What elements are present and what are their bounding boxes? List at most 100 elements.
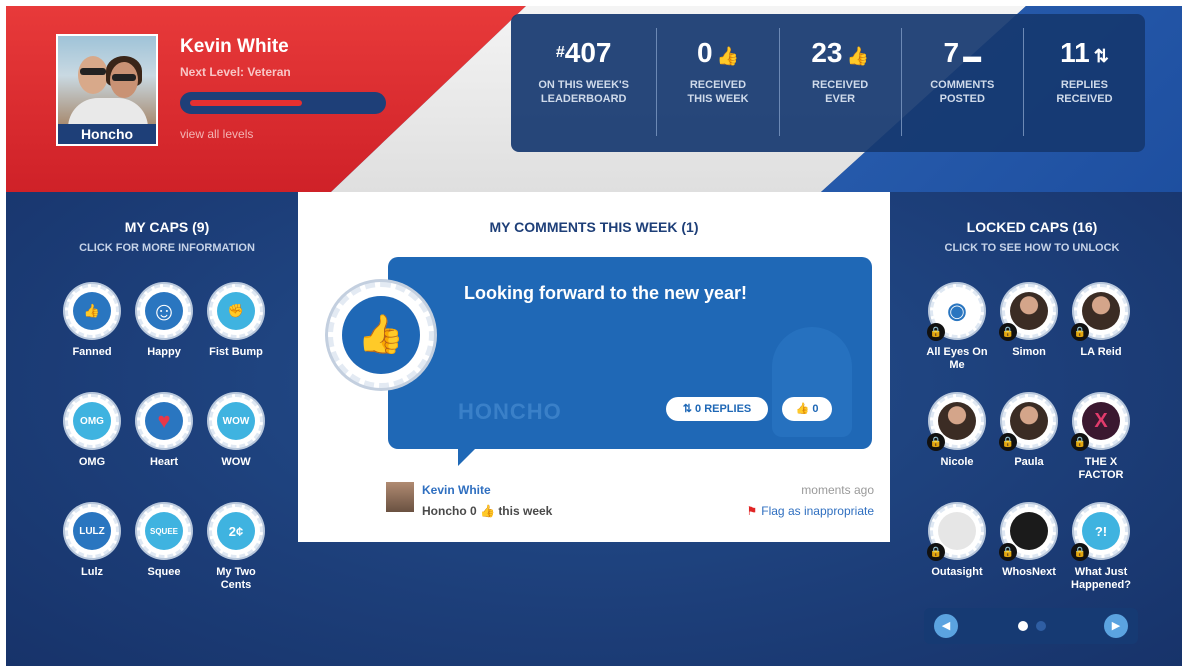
cap-label: THE X FACTOR bbox=[1078, 456, 1124, 481]
cap-heart[interactable]: ♥ Heart bbox=[128, 394, 200, 469]
comments-card: MY COMMENTS THIS WEEK (1) Looking forwar… bbox=[298, 192, 890, 542]
portrait-icon bbox=[1010, 512, 1048, 550]
locked-cap-paula[interactable]: 🔒 Paula bbox=[993, 394, 1065, 469]
cap-label: Paula bbox=[1014, 456, 1044, 468]
locked-cap-nicole[interactable]: 🔒 Nicole bbox=[921, 394, 993, 469]
stat-comments-posted[interactable]: 7 ▬ COMMENTS POSTED bbox=[900, 28, 1023, 136]
locked-cap-outasight[interactable]: 🔒 Outasight bbox=[921, 504, 993, 579]
lock-icon: 🔒 bbox=[999, 323, 1017, 341]
stat-label-line2: EVER bbox=[825, 93, 856, 105]
cap-happy[interactable]: ☺ Happy bbox=[128, 284, 200, 359]
cap-label: Happy bbox=[147, 346, 181, 358]
pager-prev-button[interactable]: ◀ bbox=[934, 614, 958, 638]
thumbs-up-icon: 👍 bbox=[795, 403, 813, 415]
cap-label: WOW bbox=[221, 456, 251, 468]
cap-label: Outasight bbox=[931, 566, 983, 578]
locked-cap-what-just-happened[interactable]: ?! 🔒 What Just Happened? bbox=[1065, 504, 1137, 592]
app-frame: Honcho Kevin White Next Level: Veteran v… bbox=[6, 6, 1182, 666]
locked-cap-all-eyes-on-me[interactable]: ◉ 🔒 All Eyes On Me bbox=[921, 284, 993, 372]
replies-button[interactable]: ⇅ 0 REPLIES bbox=[666, 397, 768, 421]
cap-omg[interactable]: OMG OMG bbox=[56, 394, 128, 469]
stat-label-line2: THIS WEEK bbox=[687, 93, 749, 105]
stat-label-line1: REPLIES bbox=[1060, 79, 1108, 91]
lock-icon: 🔒 bbox=[999, 433, 1017, 451]
heart-icon: ♥ bbox=[145, 402, 183, 440]
author-line-prefix: Honcho 0 bbox=[422, 504, 477, 518]
pager-next-button[interactable]: ▶ bbox=[1104, 614, 1128, 638]
comment-text: Looking forward to the new year! bbox=[464, 283, 748, 303]
cap-fist-bump[interactable]: ✊ Fist Bump bbox=[200, 284, 272, 359]
lock-icon: 🔒 bbox=[927, 323, 945, 341]
stat-label-line1: COMMENTS bbox=[930, 79, 995, 91]
comment-cap-badge: 👍 bbox=[328, 282, 434, 388]
stat-label-line2: LEADERBOARD bbox=[540, 93, 627, 105]
portrait-icon bbox=[1010, 402, 1048, 440]
lock-icon: 🔒 bbox=[999, 543, 1017, 561]
view-all-levels-link[interactable]: view all levels bbox=[180, 127, 253, 141]
what-just-happened-icon: ?! bbox=[1082, 512, 1120, 550]
cap-label: Fanned bbox=[72, 346, 112, 358]
likes-button[interactable]: 👍 0 bbox=[782, 397, 832, 421]
avatar-photo bbox=[58, 36, 156, 128]
cap-label: Lulz bbox=[81, 566, 103, 578]
my-caps-subtitle: CLICK FOR MORE INFORMATION bbox=[79, 242, 255, 254]
flag-label: Flag as inappropriate bbox=[761, 504, 874, 518]
stat-label-line1: RECEIVED bbox=[812, 79, 869, 91]
comment-timestamp: moments ago bbox=[801, 483, 874, 497]
author-avatar[interactable] bbox=[386, 482, 414, 512]
pager-dot-active[interactable] bbox=[1018, 621, 1028, 631]
comment-bubble[interactable]: Looking forward to the new year! HONCHO … bbox=[388, 257, 872, 449]
profile-name: Kevin White bbox=[180, 36, 289, 57]
likes-label: 0 bbox=[812, 403, 819, 415]
cap-label: Nicole bbox=[940, 456, 974, 468]
locked-caps-title: LOCKED CAPS (16) bbox=[966, 219, 1098, 235]
pager-dot[interactable] bbox=[1036, 621, 1046, 631]
locked-cap-simon[interactable]: 🔒 Simon bbox=[993, 284, 1065, 359]
avatar[interactable]: Honcho bbox=[56, 34, 158, 146]
cap-label: What Just Happened? bbox=[1071, 566, 1131, 591]
stat-label-line1: RECEIVED bbox=[689, 79, 747, 91]
cap-squee[interactable]: SQUEE Squee bbox=[128, 504, 200, 579]
locked-cap-the-x-factor[interactable]: X 🔒 THE X FACTOR bbox=[1065, 394, 1137, 482]
comments-title: MY COMMENTS THIS WEEK (1) bbox=[489, 219, 699, 235]
thumbs-up-icon: 👍 bbox=[73, 292, 111, 330]
level-badge: Honcho bbox=[58, 124, 156, 144]
watermark-text: HONCHO bbox=[458, 399, 562, 424]
fist-bump-icon: ✊ bbox=[217, 292, 255, 330]
replies-icon: ⇅ bbox=[682, 403, 696, 415]
stat-prefix: # bbox=[555, 44, 565, 61]
two-cents-icon: 2¢ bbox=[217, 512, 255, 550]
cap-fanned[interactable]: 👍 Fanned bbox=[56, 284, 128, 359]
locked-cap-la-reid[interactable]: 🔒 LA Reid bbox=[1065, 284, 1137, 359]
comment-icon: ▬ bbox=[963, 46, 982, 66]
stat-label-line1: ON THIS WEEK'S bbox=[538, 79, 629, 91]
smiley-icon: ☺ bbox=[145, 292, 183, 330]
eye-icon: ◉ bbox=[938, 292, 976, 330]
portrait-icon bbox=[938, 402, 976, 440]
stat-replies-received[interactable]: 11 ⇅ REPLIES RECEIVED bbox=[1022, 28, 1145, 136]
stat-value: 7 bbox=[943, 37, 960, 68]
my-caps-title: MY CAPS (9) bbox=[124, 219, 210, 235]
cap-label: All Eyes On Me bbox=[926, 346, 988, 371]
stat-leaderboard[interactable]: #407 ON THIS WEEK'S LEADERBOARD bbox=[511, 14, 656, 152]
lock-icon: 🔒 bbox=[1071, 323, 1089, 341]
cap-label: WhosNext bbox=[1002, 566, 1056, 578]
locked-cap-whosnext[interactable]: 🔒 WhosNext bbox=[993, 504, 1065, 579]
cap-lulz[interactable]: LULZ Lulz bbox=[56, 504, 128, 579]
stat-value: 23 bbox=[811, 37, 843, 68]
portrait-icon bbox=[1082, 292, 1120, 330]
cap-label: Fist Bump bbox=[209, 346, 263, 358]
flag-inappropriate-link[interactable]: ⚑ Flag as inappropriate bbox=[747, 504, 875, 518]
stat-label-line2: RECEIVED bbox=[1056, 93, 1113, 105]
lock-icon: 🔒 bbox=[1071, 433, 1089, 451]
stat-received-ever[interactable]: 23 👍 RECEIVED EVER bbox=[778, 28, 901, 136]
cap-my-two-cents[interactable]: 2¢ My Two Cents bbox=[200, 504, 272, 592]
cap-wow[interactable]: WOW WOW bbox=[200, 394, 272, 469]
stat-received-this-week[interactable]: 0 👍 RECEIVED THIS WEEK bbox=[656, 28, 778, 136]
locked-caps-subtitle: CLICK TO SEE HOW TO UNLOCK bbox=[944, 242, 1120, 254]
wow-icon: WOW bbox=[217, 402, 255, 440]
cap-label: OMG bbox=[78, 456, 106, 468]
replies-icon: ⇅ bbox=[1093, 46, 1109, 66]
replies-label: 0 REPLIES bbox=[695, 403, 752, 415]
author-name-link[interactable]: Kevin White bbox=[422, 483, 491, 497]
